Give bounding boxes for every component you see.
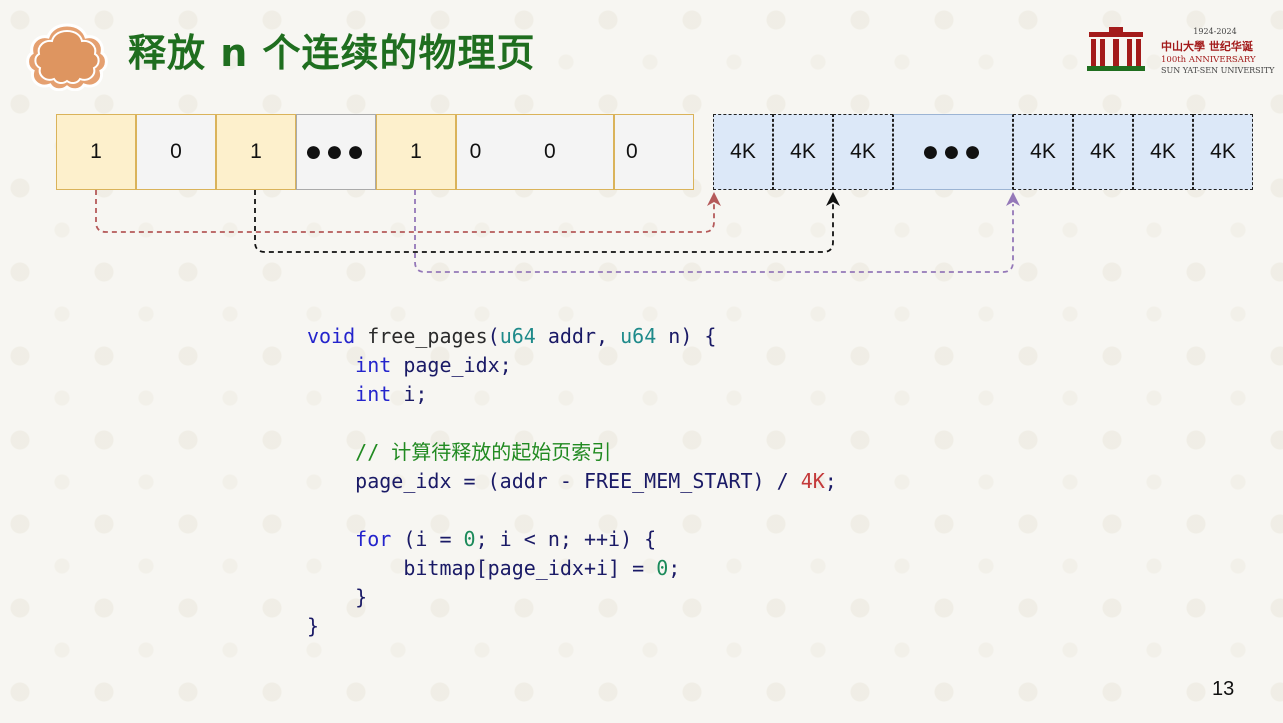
arrow-red-head <box>707 192 721 206</box>
arrow-black-head <box>826 192 840 206</box>
code-keyword: void <box>307 324 356 348</box>
code-token: ; i < n; ++i) { <box>475 527 657 551</box>
code-line: page_idx = (addr - FREE_MEM_START) / 4K; <box>307 467 837 496</box>
code-token: ; <box>668 556 681 580</box>
code-line: // 计算待释放的起始页索引 <box>307 438 837 467</box>
code-line: bitmap[page_idx+i] = 0; <box>307 554 837 583</box>
code-token: } <box>307 614 320 638</box>
code-keyword: int <box>355 382 392 406</box>
code-token: n) { <box>656 324 717 348</box>
code-keyword: for <box>355 527 392 551</box>
code-comment: // 计算待释放的起始页索引 <box>355 440 612 464</box>
code-line: void free_pages(u64 addr, u64 n) { <box>307 322 837 351</box>
code-keyword: int <box>355 353 392 377</box>
code-type: u64 <box>620 324 657 348</box>
code-token: } <box>355 585 368 609</box>
code-line: } <box>307 612 837 641</box>
code-number: 4K <box>800 469 825 493</box>
code-token: page_idx = (addr - FREE_MEM_START) / <box>355 469 801 493</box>
code-token: ( <box>487 324 500 348</box>
code-token: i; <box>391 382 428 406</box>
arrow-red <box>95 190 715 233</box>
code-number: 0 <box>463 527 476 551</box>
code-line: int page_idx; <box>307 351 837 380</box>
arrow-black <box>254 190 834 253</box>
code-token: ; <box>824 469 837 493</box>
arrow-purple <box>414 190 1014 273</box>
code-line: for (i = 0; i < n; ++i) { <box>307 525 837 554</box>
code-type: u64 <box>499 324 536 348</box>
code-token: addr, <box>535 324 621 348</box>
arrow-purple-head <box>1006 192 1020 206</box>
code-token: (i = <box>391 527 464 551</box>
code-line: } <box>307 583 837 612</box>
code-function-name: free_pages <box>367 324 488 348</box>
code-number: 0 <box>656 556 669 580</box>
code-token: page_idx; <box>391 353 512 377</box>
page-number: 13 <box>1212 678 1235 700</box>
code-token: bitmap[page_idx+i] = <box>403 556 657 580</box>
code-line: int i; <box>307 380 837 409</box>
code-block: void free_pages(u64 addr, u64 n) { int p… <box>307 322 837 641</box>
